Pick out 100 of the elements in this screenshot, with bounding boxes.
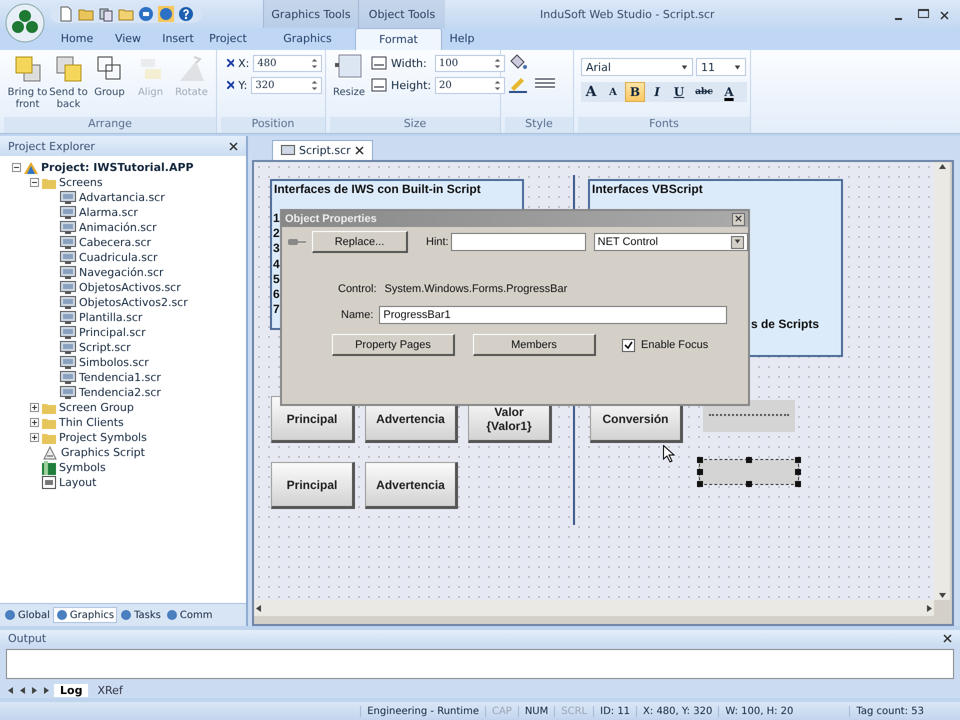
tree-item[interactable]: ObjetosActivos2.scr [79, 296, 188, 309]
screen-button[interactable]: Advertencia [365, 462, 458, 509]
dialog-button[interactable]: Members [473, 334, 596, 356]
scroll-left-icon[interactable] [254, 604, 263, 612]
ribbon-tab[interactable]: Home [50, 28, 104, 50]
panel-tab[interactable]: Global [2, 608, 52, 622]
name-field[interactable]: ProgressBar1 [379, 306, 728, 324]
spin-field[interactable]: 480 [253, 54, 322, 72]
screen-button[interactable]: Principal [271, 462, 355, 509]
collapse-icon[interactable] [12, 163, 21, 172]
circle-icon[interactable] [158, 6, 174, 22]
tree-item[interactable]: Simbolos.scr [79, 356, 149, 369]
ribbon-button[interactable]: Bring to front [7, 53, 48, 114]
next-icon[interactable] [30, 686, 39, 694]
ribbon-button[interactable]: Group [89, 53, 130, 114]
tree-item[interactable]: Tendencia2.scr [79, 386, 161, 399]
font-style-button[interactable]: B [625, 82, 645, 102]
tree-item[interactable]: Layout [59, 476, 96, 489]
font-style-button[interactable]: abc [691, 82, 717, 102]
close-button[interactable] [732, 212, 745, 226]
new-file-icon[interactable] [58, 6, 74, 22]
ribbon-tab[interactable]: Insert [152, 28, 204, 50]
tree-item[interactable]: Animación.scr [79, 221, 157, 234]
progress-bar-object[interactable] [700, 460, 798, 484]
tree-item[interactable]: Cuadricula.scr [79, 251, 158, 264]
tree-item[interactable]: Graphics Script [61, 446, 145, 459]
tree-item[interactable]: Tendencia1.scr [79, 371, 161, 384]
close-icon[interactable] [229, 142, 238, 150]
frame-text: s de Scripts [750, 317, 819, 331]
dialog-button[interactable]: Property Pages [332, 334, 455, 356]
tree-item[interactable]: Principal.scr [79, 326, 146, 339]
resize-button[interactable]: Resize [333, 53, 366, 114]
replace-button[interactable]: Replace... [312, 231, 408, 253]
tree-item[interactable]: Cabecera.scr [79, 236, 152, 249]
maximize-icon[interactable] [918, 9, 929, 18]
checkbox-label[interactable]: Enable Focus [641, 339, 708, 351]
output-tab[interactable]: Log [54, 684, 88, 696]
folder-icon [42, 432, 56, 444]
ribbon-tab[interactable]: Format [355, 28, 442, 50]
ribbon-button[interactable]: Send to back [48, 53, 89, 114]
horizontal-scrollbar[interactable] [254, 600, 934, 616]
font-style-button[interactable]: A [603, 82, 623, 102]
help-icon[interactable] [178, 6, 194, 22]
checkbox[interactable] [622, 338, 635, 352]
output-tab[interactable]: XRef [91, 684, 129, 696]
spin-field[interactable]: 20 [435, 76, 506, 94]
vertical-scrollbar[interactable] [934, 162, 950, 600]
scroll-up-icon[interactable] [938, 162, 946, 171]
hint-field[interactable] [450, 233, 586, 251]
status-text: NUM [518, 706, 554, 716]
tree-item[interactable]: Alarma.scr [79, 206, 138, 219]
tree-item[interactable]: Thin Clients [59, 416, 124, 429]
tree-item[interactable]: ObjetosActivos.scr [79, 281, 181, 294]
spin-field[interactable]: 100 [435, 54, 506, 72]
last-icon[interactable] [42, 686, 51, 694]
previous-icon[interactable] [18, 686, 27, 694]
panel-title: Output [8, 632, 46, 644]
tree-item[interactable]: Advartancia.scr [79, 191, 165, 204]
symbols-icon [42, 460, 56, 474]
font-style-button[interactable]: I [647, 82, 667, 102]
ribbon-tab[interactable]: Project [204, 28, 252, 50]
font-dropdown[interactable]: Arial [581, 58, 693, 76]
ribbon-tab[interactable]: Help [442, 28, 482, 50]
close-icon[interactable] [940, 11, 949, 20]
tree-item[interactable]: Symbols [59, 461, 106, 474]
expand-icon[interactable] [30, 418, 39, 427]
spin-field[interactable]: 320 [251, 76, 322, 94]
font-style-button[interactable]: U [669, 82, 689, 102]
tree-item[interactable]: Project: IWSTutorial.APP [41, 161, 194, 174]
font-style-button[interactable]: A [719, 82, 739, 102]
font-size-dropdown[interactable]: 11 [696, 58, 746, 76]
expand-icon[interactable] [30, 433, 39, 442]
panel-tab[interactable]: Tasks [118, 608, 163, 622]
status-text: Engineering - Runtime [360, 706, 485, 716]
tree-item[interactable]: Script.scr [79, 341, 131, 354]
circle-icon[interactable] [138, 6, 154, 22]
ribbon-tab[interactable]: View [104, 28, 152, 50]
first-icon[interactable] [6, 686, 15, 694]
scroll-right-icon[interactable] [925, 604, 934, 612]
list-number: 1 [273, 211, 280, 226]
close-icon[interactable] [943, 634, 952, 642]
panel-tab[interactable]: Graphics [52, 607, 118, 623]
expand-icon[interactable] [30, 403, 39, 412]
font-style-button[interactable]: A [581, 82, 601, 102]
ribbon-tab[interactable]: Graphics [260, 28, 355, 50]
pen-icon[interactable] [508, 75, 528, 93]
documents-icon[interactable] [98, 6, 114, 22]
scroll-down-icon[interactable] [938, 591, 946, 600]
tree-item[interactable]: Plantilla.scr [79, 311, 142, 324]
type-dropdown[interactable]: NET Control [594, 233, 748, 251]
tree-item[interactable]: Screen Group [59, 401, 134, 414]
paint-bucket-icon[interactable] [508, 53, 528, 71]
collapse-icon[interactable] [30, 178, 39, 187]
document-tab[interactable]: Script.scr [272, 140, 373, 160]
tree-item[interactable]: Navegación.scr [79, 266, 164, 279]
close-icon[interactable] [354, 146, 364, 155]
tree-item[interactable]: Screens [59, 176, 103, 189]
monitor-icon [60, 311, 76, 324]
tree-item[interactable]: Project Symbols [59, 431, 147, 444]
panel-tab[interactable]: Comm [164, 608, 214, 622]
